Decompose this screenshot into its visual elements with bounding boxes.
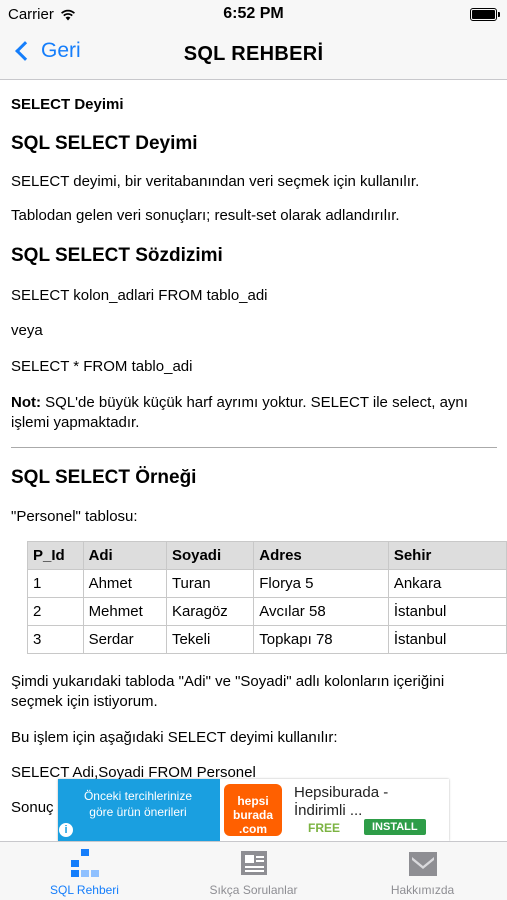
table-cell: 2 [27, 597, 84, 626]
table-cell: Karagöz [165, 597, 255, 626]
column-header: Adres [253, 541, 389, 570]
ad-tagline: Önceki tercihlerinize göre ürün öneriler… [83, 789, 193, 819]
ad-price-label: FREE [308, 821, 341, 835]
table-cell: Tekeli [165, 625, 255, 654]
table-cell: Topkapı 78 [253, 625, 389, 654]
column-header: Sehir [387, 541, 507, 570]
tab-bar: SQL Rehberi Sıkça Sorulanlar Hakkımızda [0, 841, 507, 900]
hierarchy-icon [70, 849, 99, 877]
table-cell: Mehmet [82, 597, 167, 626]
tab-label: SQL Rehberi [50, 883, 119, 897]
section-label: SELECT Deyimi [11, 96, 124, 113]
note-text: SQL'de büyük küçük harf ayrımı yoktur. S… [11, 394, 468, 431]
table-row: 3 Serdar Tekeli Topkapı 78 İstanbul [27, 625, 507, 654]
install-button[interactable]: INSTALL [364, 819, 426, 835]
tab-label: Sıkça Sorulanlar [209, 883, 298, 897]
paragraph-statement-used: Bu işlem için aşağıdaki SELECT deyimi ku… [11, 729, 338, 746]
column-header: Adi [82, 541, 167, 570]
table-cell: 3 [27, 625, 84, 654]
tab-hakkimizda[interactable]: Hakkımızda [338, 842, 507, 900]
table-row: 1 Ahmet Turan Florya 5 Ankara [27, 569, 507, 598]
tab-sql-rehberi[interactable]: SQL Rehberi [0, 842, 169, 900]
heading-example: SQL SELECT Örneği [11, 467, 197, 488]
ad-title: Hepsiburada - [294, 784, 389, 801]
paragraph-select-columns: Şimdi yukarıdaki tabloda "Adi" ve "Soyad… [11, 673, 445, 710]
paragraph-definition: SELECT deyimi, bir veritabanından veri s… [11, 173, 420, 190]
table-row: 2 Mehmet Karagöz Avcılar 58 İstanbul [27, 597, 507, 626]
ad-title-line2: İndirimli ... [294, 802, 363, 819]
table-cell: Ahmet [82, 569, 167, 598]
battery-icon [470, 8, 500, 21]
syntax-or: veya [11, 322, 43, 339]
table-cell: İstanbul [387, 625, 507, 654]
hepsiburada-logo: hepsi burada .com [224, 784, 282, 836]
note-paragraph: Not: SQL'de büyük küçük harf ayrımı yokt… [11, 393, 499, 433]
table-caption: "Personel" tablosu: [11, 508, 138, 525]
table-cell: Turan [165, 569, 255, 598]
table-header-row: P_Id Adi Soyadi Adres Sehir [27, 541, 507, 570]
heading-syntax: SQL SELECT Sözdizimi [11, 245, 223, 266]
status-time: 6:52 PM [223, 5, 284, 22]
syntax-line-2: SELECT * FROM tablo_adi [11, 358, 193, 375]
table-cell: 1 [27, 569, 84, 598]
ad-image[interactable]: Önceki tercihlerinize göre ürün öneriler… [58, 779, 220, 841]
inbox-icon [408, 852, 437, 876]
status-bar: Carrier 6:52 PM [0, 0, 507, 30]
table-cell: Avcılar 58 [253, 597, 389, 626]
tab-sikca-sorulanlar[interactable]: Sıkça Sorulanlar [169, 842, 338, 900]
article-content[interactable]: SELECT Deyimi SQL SELECT Deyimi SELECT d… [0, 81, 507, 841]
divider [11, 447, 497, 448]
nav-title: SQL REHBERİ [183, 43, 324, 65]
ad-info-icon[interactable]: i [58, 822, 74, 838]
personel-table: P_Id Adi Soyadi Adres Sehir 1 Ahmet Tura… [27, 541, 507, 654]
paragraph-result-set: Tablodan gelen veri sonuçları; result-se… [11, 207, 400, 224]
syntax-line-1: SELECT kolon_adlari FROM tablo_adi [11, 287, 268, 304]
table-cell: İstanbul [387, 597, 507, 626]
heading-select-statement: SQL SELECT Deyimi [11, 133, 198, 154]
tab-label: Hakkımızda [390, 883, 455, 897]
note-label: Not: [11, 394, 41, 411]
table-cell: Serdar [82, 625, 167, 654]
ad-banner[interactable]: Önceki tercihlerinize göre ürün öneriler… [58, 779, 449, 841]
column-header: P_Id [27, 541, 84, 570]
table-cell: Florya 5 [253, 569, 389, 598]
column-header: Soyadi [165, 541, 255, 570]
navigation-bar: Geri SQL REHBERİ [0, 30, 507, 80]
table-cell: Ankara [387, 569, 507, 598]
newspaper-icon [240, 851, 267, 875]
